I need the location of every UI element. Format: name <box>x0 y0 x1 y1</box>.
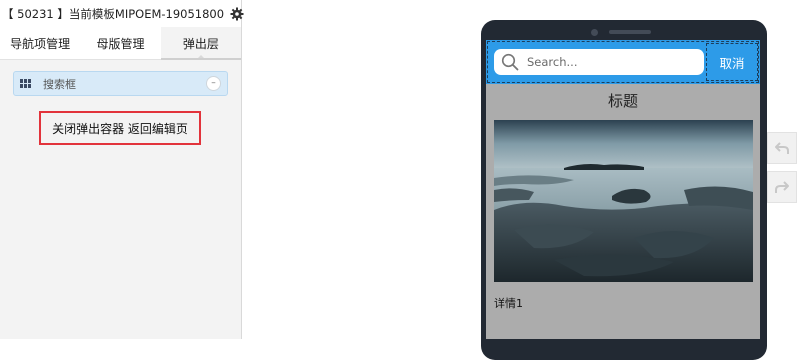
layer-item-label: 搜索框 <box>43 77 76 91</box>
layer-item-search-box[interactable]: 搜索框 – <box>13 71 228 96</box>
redo-button[interactable] <box>767 171 797 203</box>
tab-navigation-management[interactable]: 导航项管理 <box>0 27 80 59</box>
template-title-bar: 【 50231 】当前模板MIPOEM-19051800 <box>0 0 244 27</box>
collapse-icon[interactable]: – <box>206 76 221 91</box>
phone-speaker <box>609 30 651 34</box>
tab-label: 母版管理 <box>96 36 145 51</box>
landscape-photo <box>494 120 753 282</box>
cancel-button[interactable]: 取消 <box>706 43 758 81</box>
active-tab-indicator <box>195 55 206 60</box>
template-title: 【 50231 】当前模板MIPOEM-19051800 <box>2 6 225 21</box>
tab-label: 导航项管理 <box>10 36 71 51</box>
search-icon <box>501 53 519 71</box>
undo-button[interactable] <box>767 132 797 164</box>
page-title: 标题 <box>607 92 638 110</box>
tab-label: 弹出层 <box>182 36 219 51</box>
undo-icon <box>775 142 789 154</box>
close-popup-button[interactable]: 关闭弹出容器 返回编辑页 <box>39 111 201 145</box>
panel-tabs: 导航项管理 母版管理 弹出层 <box>0 27 242 60</box>
grid-icon <box>20 78 31 89</box>
gear-icon[interactable] <box>230 7 244 21</box>
phone-camera <box>591 29 598 36</box>
tab-master-management[interactable]: 母版管理 <box>80 27 160 59</box>
detail-text: 详情1 <box>494 297 523 310</box>
left-panel: 【 50231 】当前模板MIPOEM-19051800 导航项管理 母版管理 … <box>0 0 244 339</box>
search-box[interactable] <box>494 49 704 75</box>
phone-screen: 取消 标题 <box>486 40 760 339</box>
search-bar[interactable]: 取消 <box>486 40 760 84</box>
redo-icon <box>775 181 789 193</box>
search-input[interactable] <box>527 55 687 69</box>
tab-popup-layer[interactable]: 弹出层 <box>160 27 242 60</box>
